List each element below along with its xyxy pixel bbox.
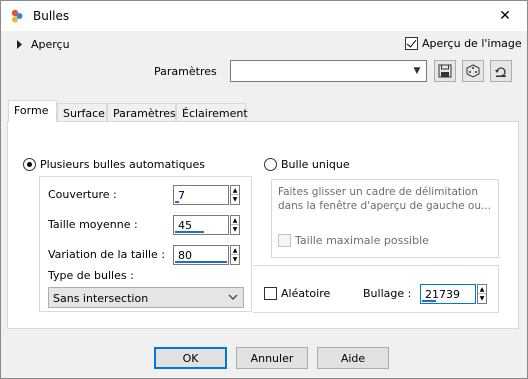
ok-button-label: OK [182, 351, 199, 365]
arrow-up-icon[interactable]: ▲ [231, 216, 239, 225]
coverage-stepper[interactable]: ▲ ▼ [230, 185, 240, 205]
bubbling-level-bar [422, 300, 436, 302]
chevron-down-icon [228, 294, 238, 300]
chevron-down-icon: ▼ [413, 66, 421, 76]
tab-parametres[interactable]: Paramètres [107, 103, 176, 122]
tab-forme[interactable]: Forme [8, 100, 57, 122]
close-button[interactable]: ✕ [487, 1, 523, 31]
tab-surface-label: Surface [63, 107, 105, 120]
bubbling-input[interactable]: 21739 [420, 284, 476, 304]
bubble-type-select[interactable]: Sans intersection [48, 287, 244, 308]
arrow-down-icon[interactable]: ▼ [231, 255, 239, 264]
avg-size-stepper[interactable]: ▲ ▼ [230, 215, 240, 235]
auto-bubbles-label: Plusieurs bulles automatiques [40, 158, 206, 171]
cancel-button-label: Annuler [250, 351, 294, 365]
coverage-level-bar [175, 201, 179, 203]
hint-text: Faites glisser un cadre de délimitation … [278, 186, 492, 212]
avg-size-label: Taille moyenne : [48, 218, 138, 231]
image-preview-label: Aperçu de l'image [422, 37, 522, 50]
reset-preset-button[interactable] [490, 60, 512, 82]
tab-forme-label: Forme [14, 104, 49, 117]
arrow-down-icon[interactable]: ▼ [231, 225, 239, 234]
reset-icon [495, 67, 506, 77]
random-checkbox[interactable] [264, 287, 277, 300]
coverage-spinner[interactable]: 7 ▲ ▼ [173, 185, 240, 205]
tab-eclairement-label: Éclairement [182, 107, 248, 120]
arrow-up-icon[interactable]: ▲ [231, 246, 239, 255]
avg-size-spinner[interactable]: 45 ▲ ▼ [173, 215, 240, 235]
arrow-up-icon[interactable]: ▲ [231, 186, 239, 195]
single-bubble-group: Faites glisser un cadre de délimitation … [271, 179, 499, 258]
params-combo[interactable]: ▼ [230, 60, 427, 82]
preview-label: Aperçu [31, 38, 70, 51]
size-variation-label: Variation de la taille : [48, 248, 166, 261]
size-variation-stepper[interactable]: ▲ ▼ [230, 245, 240, 265]
size-variation-input[interactable]: 80 [173, 245, 229, 265]
save-preset-button[interactable] [434, 60, 456, 82]
expand-arrow-icon [17, 40, 22, 49]
ok-button[interactable]: OK [154, 347, 227, 369]
coverage-label: Couverture : [48, 188, 117, 201]
dice-icon [466, 64, 480, 78]
arrow-down-icon[interactable]: ▼ [478, 294, 486, 303]
tab-parametres-label: Paramètres [113, 107, 176, 120]
bubble-type-label: Type de bulles : [48, 269, 134, 282]
tab-surface[interactable]: Surface [57, 103, 107, 122]
coverage-value: 7 [178, 189, 185, 202]
max-size-checkbox[interactable] [278, 234, 291, 247]
random-label: Aléatoire [281, 287, 331, 300]
params-label: Paramètres [154, 65, 217, 78]
cancel-button[interactable]: Annuler [236, 347, 308, 369]
max-size-label: Taille maximale possible [295, 234, 429, 247]
single-bubble-radio[interactable] [264, 158, 277, 171]
bubbling-stepper[interactable]: ▲ ▼ [477, 284, 487, 304]
single-bubble-label: Bulle unique [281, 158, 350, 171]
title-bar[interactable]: Bulles ✕ [1, 1, 527, 31]
size-variation-spinner[interactable]: 80 ▲ ▼ [173, 245, 240, 265]
help-button[interactable]: Aide [317, 347, 389, 369]
coverage-input[interactable]: 7 [173, 185, 229, 205]
auto-bubbles-radio[interactable] [23, 158, 36, 171]
bubble-type-value: Sans intersection [53, 292, 149, 305]
close-icon: ✕ [499, 8, 511, 24]
arrow-up-icon[interactable]: ▲ [478, 285, 486, 294]
random-preset-button[interactable] [462, 60, 484, 82]
image-preview-checkbox[interactable] [405, 37, 418, 50]
window-title: Bulles [33, 9, 70, 23]
dialog-window: Bulles ✕ Aperçu Aperçu de l'image Paramè… [0, 0, 528, 379]
help-button-label: Aide [340, 351, 366, 365]
bubbling-spinner[interactable]: 21739 ▲ ▼ [420, 284, 487, 304]
avg-size-level-bar [175, 231, 204, 233]
tab-eclairement[interactable]: Éclairement [176, 103, 248, 122]
bubbling-label: Bullage : [363, 287, 412, 300]
arrow-down-icon[interactable]: ▼ [231, 195, 239, 204]
size-variation-level-bar [175, 261, 227, 263]
avg-size-input[interactable]: 45 [173, 215, 229, 235]
app-icon [11, 9, 23, 23]
floppy-icon [438, 64, 452, 78]
